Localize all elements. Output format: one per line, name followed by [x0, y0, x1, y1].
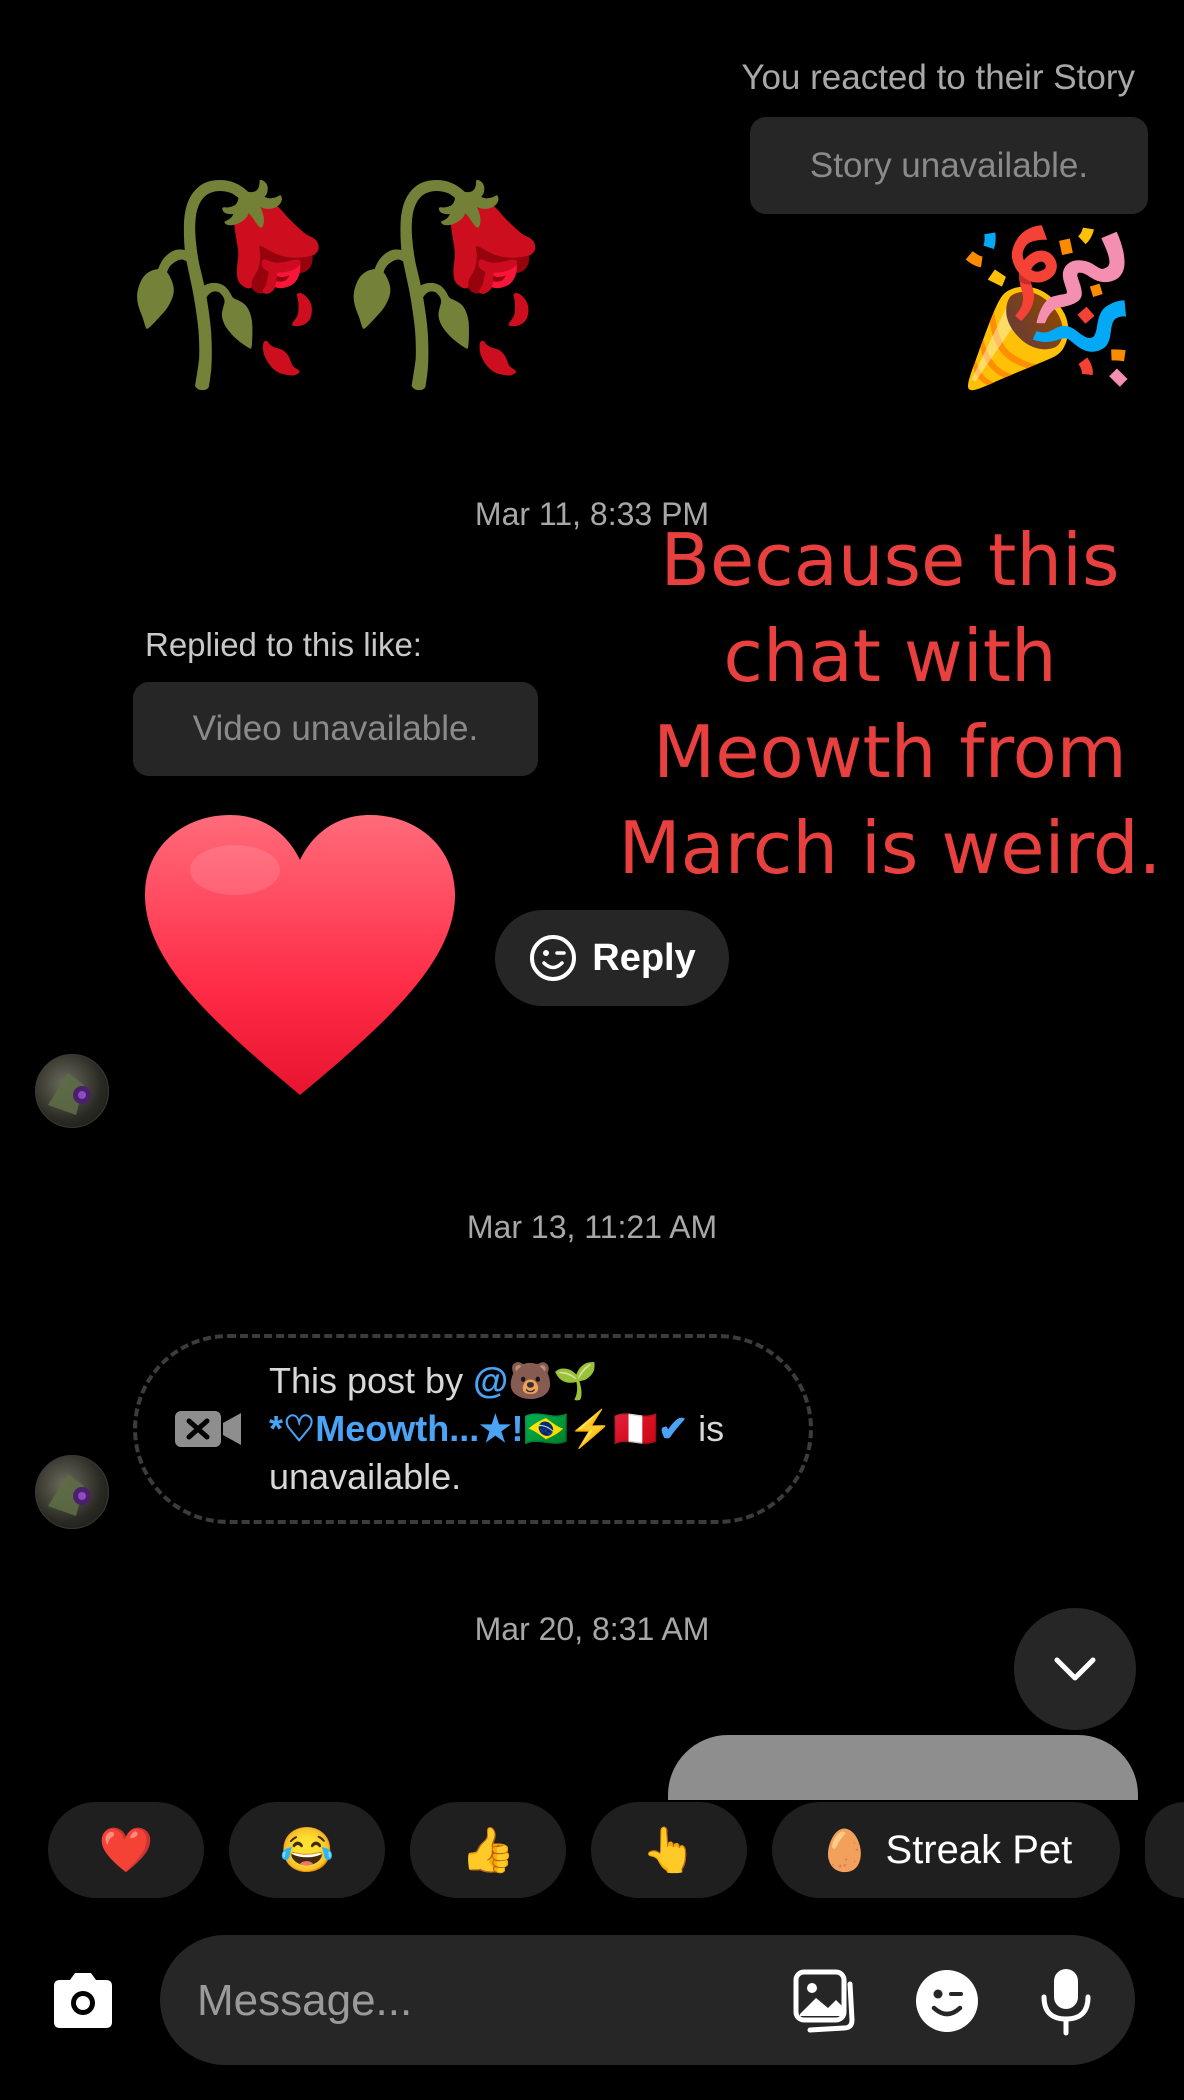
- avatar[interactable]: [35, 1054, 109, 1128]
- egg-icon: 🥚: [819, 1828, 870, 1873]
- microphone-icon[interactable]: [1036, 1965, 1096, 2037]
- quick-reaction-thumbs-up[interactable]: 👍: [410, 1802, 566, 1898]
- heart-message[interactable]: [140, 810, 460, 1100]
- reply-button[interactable]: Reply: [495, 910, 729, 1006]
- chevron-down-icon: [1054, 1657, 1096, 1681]
- story-reaction-label: You reacted to their Story: [741, 58, 1135, 97]
- sticker-icon[interactable]: [914, 1968, 980, 2034]
- story-unavailable-box[interactable]: Story unavailable.: [750, 117, 1148, 214]
- avatar[interactable]: [35, 1455, 109, 1529]
- overlay-line: chat with: [723, 614, 1057, 698]
- quick-reaction-laugh[interactable]: 😂: [229, 1802, 385, 1898]
- message-input[interactable]: [195, 1935, 759, 2067]
- overlay-line: March is weird.: [618, 806, 1162, 890]
- streak-pet-button[interactable]: 🥚 Streak Pet: [772, 1802, 1120, 1898]
- gallery-icon[interactable]: [792, 1968, 858, 2034]
- reply-button-label: Reply: [592, 936, 696, 979]
- overlay-caption: Because this chat with Meowth from March…: [600, 512, 1180, 896]
- video-off-icon: [175, 1411, 241, 1447]
- avatar-image: [48, 1474, 91, 1516]
- overlay-line: Because this: [660, 518, 1120, 602]
- sent-emoji-message[interactable]: 🥀🥀: [110, 190, 563, 380]
- video-unavailable-box[interactable]: Video unavailable.: [133, 682, 538, 776]
- timestamp: Mar 13, 11:21 AM: [466, 1209, 718, 1245]
- bottom-safe-area: [0, 2088, 1184, 2100]
- message-composer: [160, 1935, 1135, 2067]
- streak-pet-label: Streak Pet: [885, 1827, 1073, 1872]
- avatar-image: [48, 1073, 91, 1115]
- quick-reaction-heart[interactable]: ❤️: [48, 1802, 204, 1898]
- unavailable-post-message[interactable]: This post by @🐻🌱 *♡Meowth...★!🇧🇷⚡🇵🇪✔ is …: [133, 1334, 813, 1524]
- scroll-to-bottom-button[interactable]: [1014, 1608, 1136, 1730]
- overlay-line: Meowth from: [653, 710, 1127, 794]
- reply-context-label: Replied to this like:: [145, 626, 422, 663]
- smiley-icon: [530, 935, 577, 981]
- unavailable-post-text: This post by @🐻🌱 *♡Meowth...★!🇧🇷⚡🇵🇪✔ is …: [269, 1357, 809, 1501]
- party-popper-reaction: 🎉: [953, 223, 1140, 391]
- timestamp: Mar 20, 8:31 AM: [474, 1611, 710, 1647]
- camera-icon[interactable]: [48, 1966, 118, 2036]
- quick-reaction-point-up[interactable]: 👆: [591, 1802, 747, 1898]
- post-text-prefix: This post by: [269, 1360, 474, 1401]
